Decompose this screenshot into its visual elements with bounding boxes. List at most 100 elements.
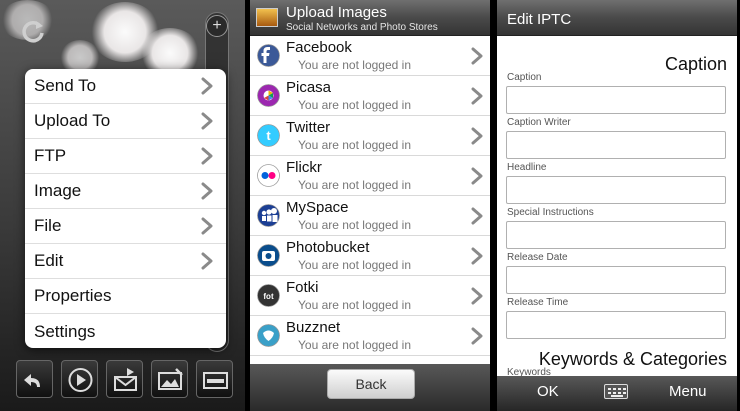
service-name: Facebook	[286, 39, 352, 56]
service-name: MySpace	[286, 199, 349, 216]
fotki-icon: fot	[257, 284, 280, 307]
chevron-right-icon	[470, 207, 484, 225]
page-subtitle: Social Networks and Photo Stores	[286, 22, 438, 33]
service-item-photobucket[interactable]: Photobucket You are not logged in	[250, 236, 490, 276]
login-status: You are not logged in	[298, 298, 411, 312]
menu-item-properties[interactable]: Properties	[25, 279, 226, 314]
menu-item-edit[interactable]: Edit	[25, 244, 226, 279]
page-title: Edit IPTC	[507, 11, 572, 28]
chevron-right-icon	[200, 77, 214, 95]
login-status: You are not logged in	[298, 338, 411, 352]
service-name: Twitter	[286, 119, 331, 136]
menu-item-send-to[interactable]: Send To	[25, 69, 226, 104]
login-status: You are not logged in	[298, 218, 411, 232]
chevron-right-icon	[470, 47, 484, 65]
refresh-icon[interactable]	[18, 16, 48, 46]
svg-text:fot: fot	[263, 292, 274, 301]
chevron-right-icon	[470, 247, 484, 265]
service-item-flickr[interactable]: Flickr You are not logged in	[250, 156, 490, 196]
flickr-icon	[257, 164, 280, 187]
ok-softkey[interactable]: OK	[537, 383, 559, 400]
caption-input[interactable]	[506, 86, 726, 114]
login-status: You are not logged in	[298, 98, 411, 112]
menu-item-label: Upload To	[34, 111, 111, 130]
keyboard-button[interactable]	[196, 360, 233, 398]
keyboard-icon	[203, 372, 228, 389]
field-label-headline: Headline	[507, 162, 547, 173]
svg-text:t: t	[266, 128, 271, 143]
page-title: Upload Images	[286, 4, 387, 21]
menu-item-label: Send To	[34, 76, 97, 95]
field-label-release-date: Release Date	[507, 252, 568, 263]
login-status: You are not logged in	[298, 178, 411, 192]
service-list: Facebook You are not logged in Picasa You a…	[250, 36, 490, 364]
iptc-form: Caption Caption Caption Writer Headline Spe…	[497, 36, 737, 376]
field-label-special-instructions: Special Instructions	[507, 207, 594, 218]
chevron-right-icon	[470, 287, 484, 305]
buzznet-icon	[257, 324, 280, 347]
menu-item-image[interactable]: Image	[25, 174, 226, 209]
chevron-right-icon	[200, 112, 214, 130]
service-item-buzznet[interactable]: Buzznet You are not logged in	[250, 316, 490, 356]
play-icon	[68, 368, 93, 392]
edit-image-button[interactable]	[151, 360, 188, 398]
myspace-icon	[257, 204, 280, 227]
chevron-right-icon	[200, 252, 214, 270]
zoom-in-button[interactable]: +	[206, 15, 228, 37]
send-mail-button[interactable]	[106, 360, 143, 398]
menu-item-label: File	[34, 216, 62, 235]
keywords-section-title: Keywords & Categories	[538, 349, 727, 369]
twitter-icon: t	[257, 124, 280, 147]
menu-item-settings[interactable]: Settings	[25, 314, 226, 348]
keyboard-icon[interactable]	[604, 384, 628, 399]
service-item-fotki[interactable]: fot Fotki You are not logged in	[250, 276, 490, 316]
context-menu: Send To Upload To FTP Image File Edit Properti…	[25, 69, 226, 348]
login-status: You are not logged in	[298, 138, 411, 152]
chevron-right-icon	[470, 87, 484, 105]
service-item-picasa[interactable]: Picasa You are not logged in	[250, 76, 490, 116]
iptc-header: Edit IPTC	[497, 0, 737, 36]
release-date-input[interactable]	[506, 266, 726, 294]
menu-item-label: Properties	[34, 286, 112, 305]
menu-item-label: Edit	[34, 251, 64, 270]
chevron-right-icon	[200, 147, 214, 165]
picasa-icon	[257, 84, 280, 107]
menu-item-label: Image	[34, 181, 82, 200]
upload-images-panel: Upload Images Social Networks and Photo …	[250, 0, 490, 411]
back-button[interactable]: Back	[327, 369, 415, 399]
menu-softkey[interactable]: Menu	[669, 383, 707, 400]
chevron-right-icon	[470, 167, 484, 185]
menu-item-file[interactable]: File	[25, 209, 226, 244]
edit-iptc-panel: Edit IPTC Caption Caption Caption Writer H…	[497, 0, 737, 411]
field-label-caption-writer: Caption Writer	[507, 117, 571, 128]
service-name: Buzznet	[286, 319, 341, 336]
footer-bar: Back	[250, 364, 490, 411]
bottom-toolbar	[10, 356, 240, 401]
upload-images-icon	[256, 8, 278, 27]
photo-viewer-panel: + Send To Upload To FTP Image File Edit Proper…	[0, 0, 245, 411]
menu-item-label: Settings	[34, 321, 96, 341]
service-item-twitter[interactable]: t Twitter You are not logged in	[250, 116, 490, 156]
field-label-caption: Caption	[507, 72, 542, 83]
menu-item-ftp[interactable]: FTP	[25, 139, 226, 174]
service-name: Fotki	[286, 279, 319, 296]
special-instructions-input[interactable]	[506, 221, 726, 249]
service-name: Picasa	[286, 79, 332, 96]
edit-image-icon	[158, 368, 183, 390]
menu-item-upload-to[interactable]: Upload To	[25, 104, 226, 139]
headline-input[interactable]	[506, 176, 726, 204]
field-label: Keywords	[507, 367, 551, 376]
service-item-facebook[interactable]: Facebook You are not logged in	[250, 36, 490, 76]
release-time-input[interactable]	[506, 311, 726, 339]
service-item-myspace[interactable]: MySpace You are not logged in	[250, 196, 490, 236]
back-arrow-icon	[24, 374, 40, 387]
menu-item-label: FTP	[34, 146, 67, 165]
chevron-right-icon	[200, 217, 214, 235]
service-name: Photobucket	[286, 239, 370, 256]
caption-writer-input[interactable]	[506, 131, 726, 159]
facebook-icon	[257, 44, 280, 67]
back-arrow-button[interactable]	[16, 360, 53, 398]
service-name: Flickr	[286, 159, 322, 176]
play-button[interactable]	[61, 360, 98, 398]
send-mail-icon	[114, 368, 137, 391]
